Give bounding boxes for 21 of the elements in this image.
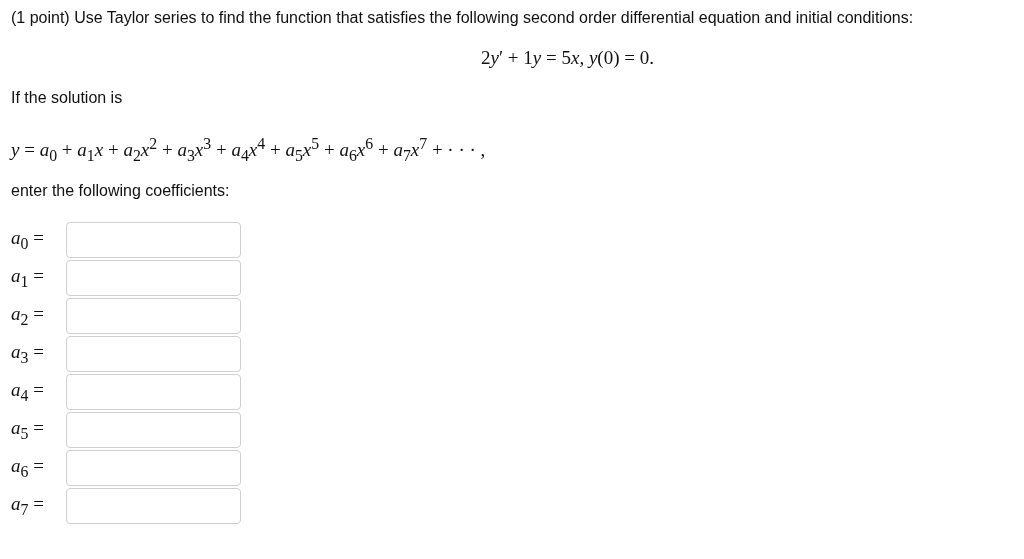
coefficient-label: a$_{0}$ = [11,227,45,253]
answer-field[interactable] [66,336,241,372]
differential-equation: 2y′ + 1y = 5x, y(0) = 0. [481,47,654,68]
coefficient-label: a$_{6}$ = [11,455,45,481]
solution-intro: If the solution is [11,89,124,107]
instruction-text: enter the following coefficients: [11,182,231,200]
series-formula: y = a$_{0}$ + a$_{1}$x + a$_{2}$x$^{2}$ + a$_{3}$x$^{3}$ + a$_{4}$x$^{4}$ + a$_{5}$x$^{5}$ + a$_{6}$x$^{6}$ + a$_{7}$x$^{7}$ + · · · , [11,139,486,161]
answer-field[interactable] [66,298,241,334]
coefficient-label: a$_{2}$ = [11,303,45,329]
coefficient-label: a$_{3}$ = [11,341,45,367]
answer-field[interactable] [66,374,241,410]
coefficient-label: a$_{7}$ = [11,493,45,519]
answer-field[interactable] [66,488,241,524]
answer-field[interactable] [66,412,241,448]
answer-field[interactable] [66,260,241,296]
coefficient-label: a$_{4}$ = [11,379,45,405]
answer-field[interactable] [66,222,241,258]
problem-statement: (1 point) Use Taylor series to find the function that satisfies the following second order differential equation and initial conditions: [11,8,915,28]
coefficient-label: a$_{5}$ = [11,417,45,443]
coefficient-label: a$_{1}$ = [11,265,45,291]
answer-field[interactable] [66,450,241,486]
